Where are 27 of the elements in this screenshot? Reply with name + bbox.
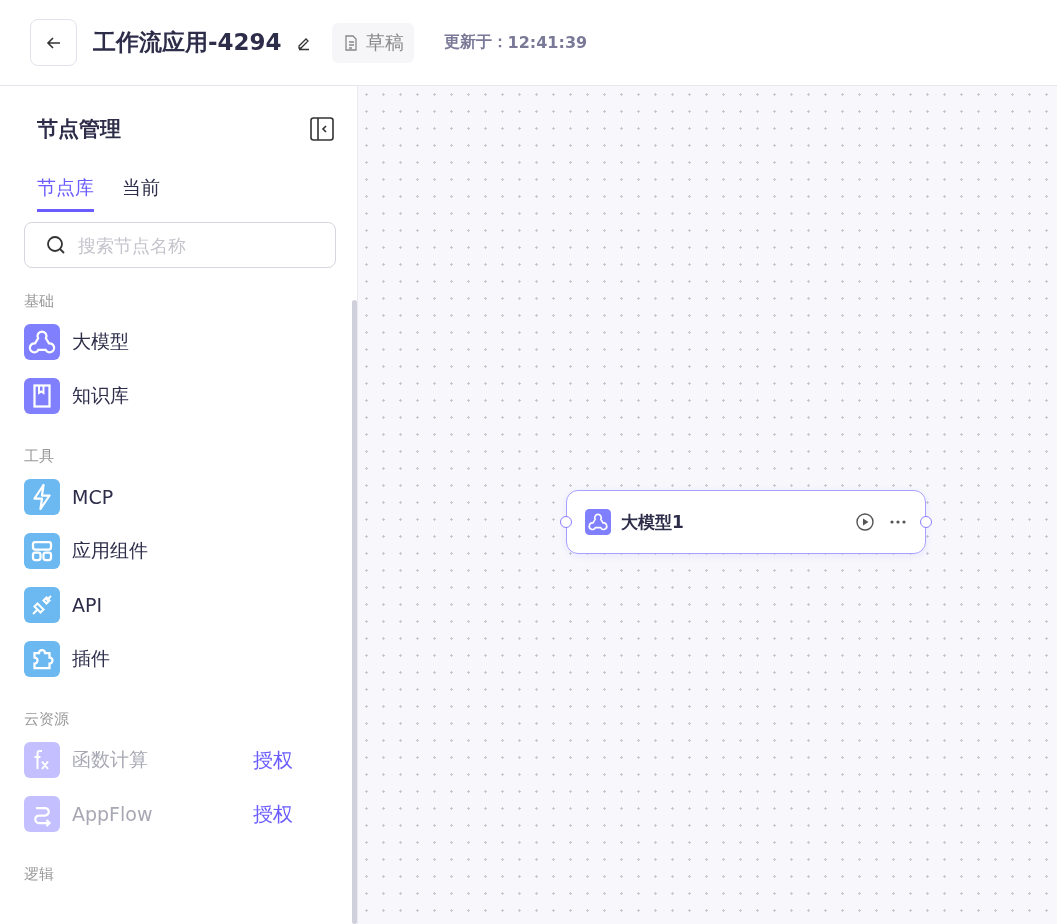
sidebar-title: 节点管理: [37, 116, 121, 143]
scrollbar[interactable]: [352, 300, 357, 924]
group-heading: 基础: [24, 292, 55, 311]
sidebar-tab[interactable]: 当前: [122, 171, 160, 212]
knot-icon: [585, 509, 611, 535]
node-type-item[interactable]: 应用组件: [24, 524, 335, 578]
search-field[interactable]: 搜索节点名称: [24, 222, 336, 268]
node-type-item[interactable]: 插件: [24, 632, 335, 686]
node-type-item[interactable]: 大模型: [24, 315, 335, 369]
updated-label: 更新于：: [443, 32, 508, 53]
updated-time: 12:41:39: [507, 33, 588, 52]
back-button[interactable]: [30, 19, 77, 66]
collapse-panel-icon[interactable]: [309, 116, 335, 142]
group-heading: 逻辑: [24, 865, 55, 884]
status-text: 草稿: [365, 29, 404, 55]
group-heading: 工具: [24, 447, 55, 466]
input-port[interactable]: [560, 516, 572, 528]
group-heading: 云资源: [24, 710, 70, 729]
workflow-node[interactable]: 大模型1: [566, 490, 926, 554]
node-type-item[interactable]: API: [24, 578, 335, 632]
app-title: 工作流应用-4294: [93, 28, 282, 57]
node-type-item[interactable]: MCP: [24, 470, 335, 524]
sidebar-tab[interactable]: 节点库: [37, 171, 94, 212]
play-icon[interactable]: [855, 512, 875, 532]
node-title: 大模型1: [621, 510, 685, 534]
more-icon[interactable]: [889, 519, 907, 525]
node-type-item[interactable]: 知识库: [24, 369, 335, 423]
